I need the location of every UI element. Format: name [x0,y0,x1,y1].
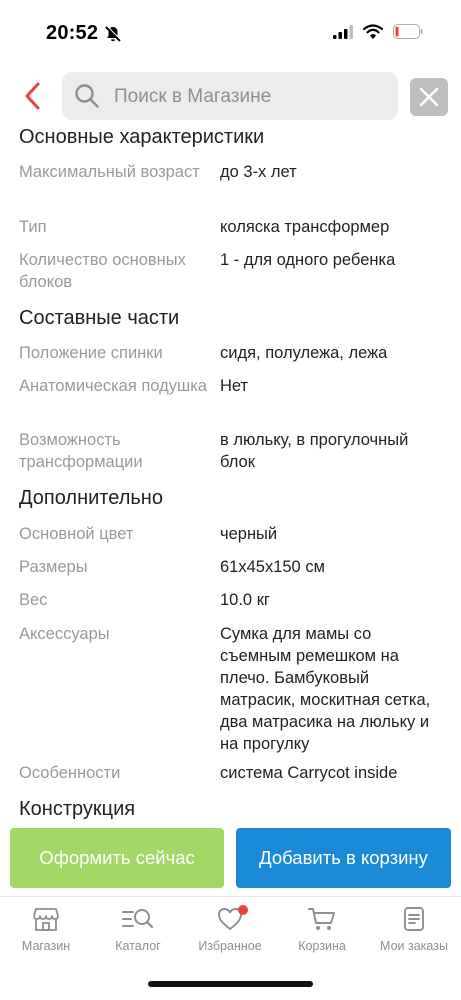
section-title-extra: Дополнительно [19,487,163,509]
spec-value: до 3-х лет [220,163,297,181]
tab-label: Каталог [115,939,161,953]
spec-label: Тип [19,218,47,236]
status-icons [333,24,423,44]
tab-label: Магазин [21,939,71,953]
tab-label: Корзина [298,939,346,953]
cellular-signal-icon [333,24,353,44]
search-icon [74,83,100,114]
status-bar: 20:52 [0,0,461,62]
spec-value: в люльку, в прогулочный блок [220,431,409,471]
tab-cart[interactable]: Корзина [276,905,368,961]
wifi-icon [362,24,384,44]
back-button[interactable] [20,80,48,112]
section-title-construction: Конструкция [19,798,136,820]
section-title-parts: Составные части [19,307,180,329]
spec-label: Максимальный возраст [19,163,200,181]
specifications-list: Основные характеристики Максимальный воз… [0,122,461,822]
catalog-search-icon [122,909,154,929]
tab-label: Избранное [198,939,262,953]
spec-value: система Carrycot inside [220,764,398,782]
bottom-tab-bar: Магазин Каталог Избранное Корзина Мои за… [0,896,461,1000]
action-buttons: Оформить сейчас Добавить в корзину [0,826,461,892]
chevron-left-icon [25,82,40,110]
spec-value: сидя, полулежа, лежа [220,344,388,362]
spec-value: 10.0 кг [220,591,270,609]
home-indicator [148,981,313,987]
tab-favorites[interactable]: Избранное [184,905,276,961]
spec-value: 61х45х150 см [220,558,325,576]
spec-label: Вес [19,591,48,609]
add-to-cart-button[interactable]: Добавить в корзину [236,828,451,888]
spec-value: 1 - для одного ребенка [220,251,396,269]
status-time: 20:52 [46,22,99,44]
battery-icon [393,24,423,44]
notification-dot [238,905,248,915]
spec-label: Особенности [19,764,121,782]
search-input[interactable] [112,72,386,122]
tab-label: Мои заказы [380,939,448,953]
orders-icon [404,907,424,931]
spec-label: Количество основных блоков [19,251,186,291]
spec-value: коляска трансформер [220,218,390,236]
tab-store[interactable]: Магазин [0,905,92,961]
tab-catalog[interactable]: Каталог [92,905,184,961]
spec-value: черный [220,525,278,543]
search-box[interactable] [62,72,398,122]
section-title-main: Основные характеристики [19,126,265,148]
spec-label: Размеры [19,558,88,576]
bell-muted-icon [104,25,122,48]
spec-label: Возможность трансформации [19,431,143,471]
close-icon [419,87,439,107]
spec-label: Основной цвет [19,525,134,543]
search-header [0,70,461,122]
cart-icon [308,908,335,930]
spec-label: Положение спинки [19,344,163,362]
clear-search-button[interactable] [410,78,448,116]
checkout-now-button[interactable]: Оформить сейчас [10,828,224,888]
tab-my-orders[interactable]: Мои заказы [368,905,460,961]
spec-value: Сумка для мамы со съемным ремешком на пл… [220,625,431,753]
store-icon [33,908,59,931]
spec-label: Аксессуары [19,625,110,643]
spec-value: Нет [220,377,249,395]
spec-label: Анатомическая подушка [19,377,207,395]
